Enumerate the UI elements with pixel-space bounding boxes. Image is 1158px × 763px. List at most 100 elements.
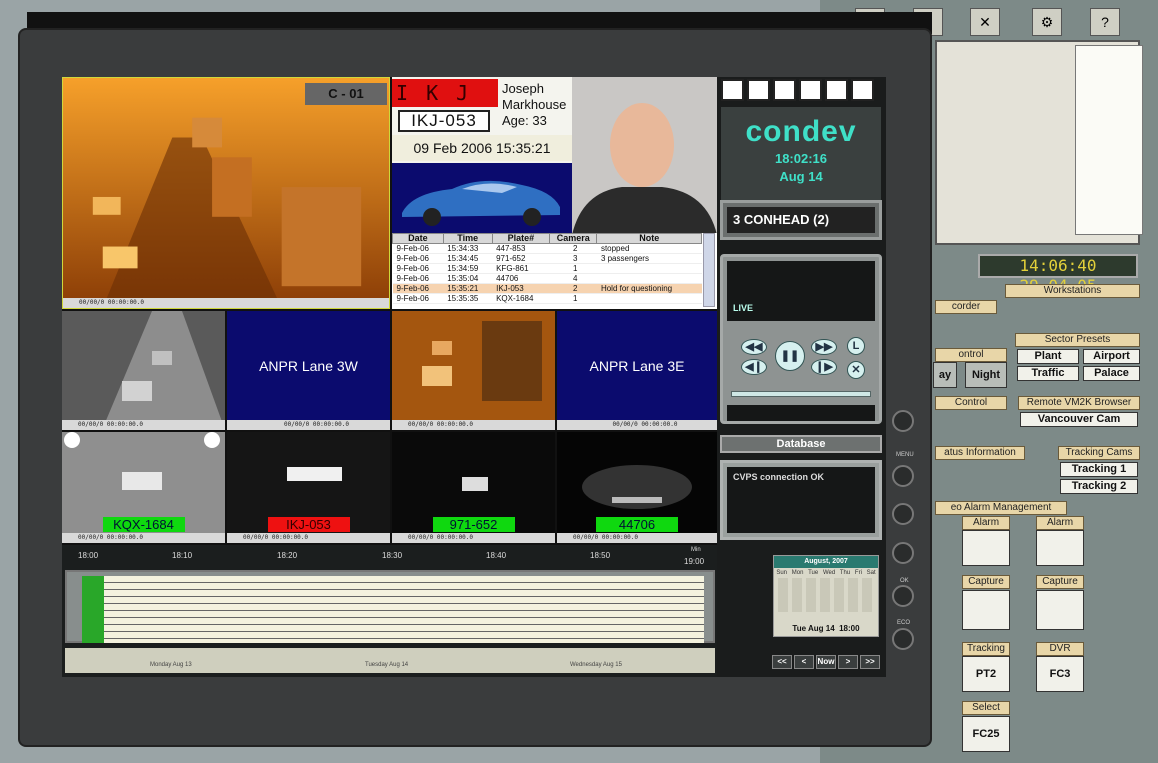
plate-camera-4[interactable]: 44706 00/00/0 00:00:00.0 [557, 432, 717, 543]
tracking-1-button[interactable]: Tracking 1 [1060, 462, 1138, 477]
day-button[interactable]: ay [933, 362, 957, 388]
col-time[interactable]: Time [442, 233, 493, 244]
preset-traffic-button[interactable]: Traffic [1017, 366, 1079, 381]
traffic-night-image [63, 78, 389, 308]
quad-layout-icon[interactable] [747, 79, 770, 101]
camera-timestamp-strip[interactable]: 00/00/0 00:00:00.0 [227, 533, 390, 543]
cursor-icon[interactable] [851, 79, 874, 101]
table-row[interactable]: 9-Feb-06 15:34:33 447-853 2 stopped [392, 243, 702, 254]
power-button[interactable] [892, 410, 914, 432]
playback-speed-slider[interactable] [731, 391, 871, 397]
table-scrollbar[interactable] [703, 233, 715, 307]
cell [596, 263, 702, 274]
table-row[interactable]: 9-Feb-06 15:34:45 971-652 3 3 passengers [392, 253, 702, 264]
vehicle-image [392, 163, 572, 233]
plate-camera-2[interactable]: IKJ-053 00/00/0 00:00:00.0 [227, 432, 390, 543]
preset-plant-button[interactable]: Plant [1017, 349, 1079, 364]
camera-timestamp-strip[interactable]: 00/00/0 00:00:00.0 [62, 420, 225, 430]
table-row[interactable]: 9-Feb-06 15:35:04 44706 4 [392, 273, 702, 284]
up-button[interactable] [892, 542, 914, 564]
col-note[interactable]: Note [596, 233, 702, 244]
alarm-monitor-1[interactable] [962, 530, 1010, 566]
col-plate[interactable]: Plate# [491, 233, 551, 244]
database-button[interactable]: Database [720, 435, 882, 453]
camera-timestamp-strip[interactable]: 00/00/0 00:00:00.0 [62, 533, 225, 543]
timeline-overview[interactable]: Monday Aug 13 Tuesday Aug 14 Wednesday A… [65, 648, 715, 673]
calendar-days-grid[interactable] [778, 578, 874, 612]
single-layout-icon[interactable] [721, 79, 744, 101]
table-row[interactable]: 9-Feb-06 15:35:35 KQX-1684 1 [392, 293, 702, 304]
camera-timestamp-strip[interactable]: 00/00/0 00:00:00.0 [557, 533, 717, 543]
main-camera-view[interactable]: C - 01 00/00/0 00:00:00.0 [62, 77, 390, 309]
lock-icon[interactable]: L [847, 337, 865, 355]
close-icon[interactable]: ✕ [847, 361, 865, 379]
down-button[interactable] [892, 503, 914, 525]
cell: 3 [549, 253, 597, 264]
menu-button[interactable] [892, 465, 914, 487]
camera-selector[interactable]: 3 CONHEAD (2) [720, 200, 882, 240]
plate-camera-1[interactable]: KQX-1684 00/00/0 00:00:00.0 [62, 432, 225, 543]
cell [596, 273, 702, 284]
night-button[interactable]: Night [965, 362, 1007, 388]
monitor-screen: C - 01 00/00/0 00:00:00.0 I K J - 0 5 3 … [62, 77, 886, 677]
floor-plan-map[interactable] [1075, 45, 1143, 235]
camera-view-anpr-3w[interactable]: ANPR Lane 3W 00/00/0 00:00:00.0 [227, 311, 390, 430]
help-icon[interactable]: ? [1090, 8, 1120, 36]
control-label: ontrol [935, 348, 1007, 362]
calendar-month[interactable]: August, 2007 [774, 556, 878, 568]
fc25-button[interactable]: FC25 [962, 716, 1010, 752]
pause-icon[interactable]: ❚❚ [775, 341, 805, 371]
camera-timestamp-strip[interactable]: 00/00/0 00:00:00.0 [557, 420, 717, 430]
tick-label: 18:20 [277, 551, 298, 560]
pt2-button[interactable]: PT2 [962, 656, 1010, 692]
fast-forward-icon[interactable]: ▶▶ [811, 339, 837, 355]
timeline-scale: 18:00 18:10 18:20 18:30 18:40 18:50 19:0… [62, 547, 717, 569]
eco-button[interactable] [892, 628, 914, 650]
camera-timestamp-strip[interactable]: 00/00/0 00:00:00.0 [63, 298, 389, 308]
camera-timestamp-strip[interactable]: 00/00/0 00:00:00.0 [392, 533, 555, 543]
fc3-button[interactable]: FC3 [1036, 656, 1084, 692]
capture-monitor-1[interactable] [962, 590, 1010, 630]
nav-last-button[interactable]: >> [860, 655, 880, 669]
nav-prev-button[interactable]: < [794, 655, 814, 669]
remote-browser-label: Remote VM2K Browser [1018, 396, 1140, 410]
tools-icon[interactable]: ⚙ [1032, 8, 1062, 36]
step-forward-icon[interactable]: ❙▶ [811, 359, 837, 375]
rewind-icon[interactable]: ◀◀ [741, 339, 767, 355]
col-date[interactable]: Date [392, 233, 444, 244]
alarm-monitor-2[interactable] [1036, 530, 1084, 566]
recording-segment[interactable] [82, 576, 104, 643]
nine-layout-icon[interactable] [799, 79, 822, 101]
preset-palace-button[interactable]: Palace [1083, 366, 1140, 381]
ok-button[interactable] [892, 585, 914, 607]
cell [596, 293, 702, 304]
table-row-selected[interactable]: 9-Feb-06 15:35:21 IKJ-053 2 Hold for questio… [392, 283, 702, 294]
sixteen-layout-icon[interactable] [825, 79, 848, 101]
camera-timestamp-strip[interactable]: 00/00/0 00:00:00.0 [392, 420, 555, 430]
col-camera[interactable]: Camera [549, 233, 598, 244]
calendar[interactable]: August, 2007 Sun Mon Tue Wed Thu Fri Sat… [773, 555, 879, 637]
vancouver-cam-button[interactable]: Vancouver Cam [1020, 412, 1138, 427]
cell: 15:35:35 [443, 293, 493, 304]
plate-camera-3[interactable]: 971-652 00/00/0 00:00:00.0 [392, 432, 555, 543]
ok-label: OK [900, 578, 909, 584]
suspect-photo [572, 77, 717, 235]
timeline-tracks[interactable] [65, 570, 715, 643]
step-back-icon[interactable]: ◀❙ [741, 359, 767, 375]
camera-timestamp-strip[interactable]: 00/00/0 00:00:00.0 [227, 420, 390, 430]
nav-first-button[interactable]: << [772, 655, 792, 669]
tracking-2-button[interactable]: Tracking 2 [1060, 479, 1138, 494]
table-row[interactable]: 9-Feb-06 15:34:59 KFG-861 1 [392, 263, 702, 274]
camera-view-1[interactable]: 00/00/0 00:00:00.0 [62, 311, 225, 430]
camera-view-3[interactable]: 00/00/0 00:00:00.0 [392, 311, 555, 430]
nav-now-button[interactable]: Now [816, 655, 836, 669]
six-layout-icon[interactable] [773, 79, 796, 101]
plate-log-table[interactable]: Date Time Plate# Camera Note 9-Feb-06 15:… [392, 233, 717, 309]
preset-airport-button[interactable]: Airport [1083, 349, 1140, 364]
nav-next-button[interactable]: > [838, 655, 858, 669]
camera-view-anpr-3e[interactable]: ANPR Lane 3E 00/00/0 00:00:00.0 [557, 311, 717, 430]
cell: 4 [549, 273, 597, 284]
timeline-rows[interactable] [104, 576, 704, 643]
fullscreen-icon[interactable]: ✕ [970, 8, 1000, 36]
capture-monitor-2[interactable] [1036, 590, 1084, 630]
